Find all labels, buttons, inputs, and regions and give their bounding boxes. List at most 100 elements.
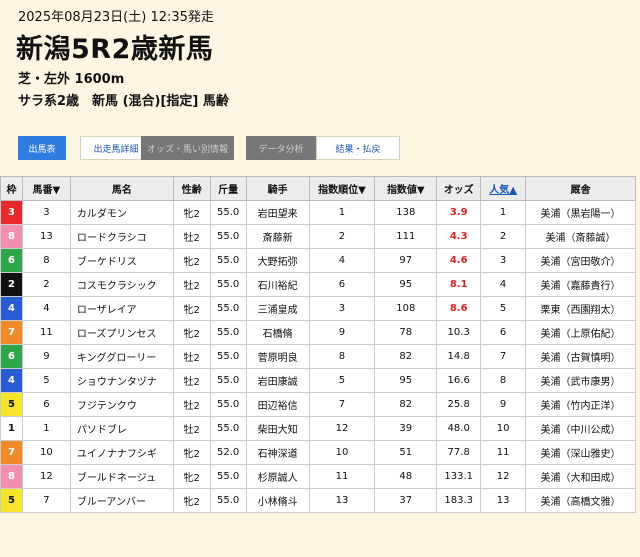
popularity: 7 <box>480 344 527 369</box>
odds-value: 8.1 <box>436 272 482 297</box>
sex-age: 牝2 <box>172 488 211 513</box>
horse-name[interactable]: ローズプリンセス <box>69 320 174 345</box>
index-rank: 13 <box>308 488 376 513</box>
jockey-name: 田辺裕信 <box>245 392 310 417</box>
odds-value: 10.3 <box>436 320 482 345</box>
waku-cell: 4 <box>0 368 23 393</box>
index-value: 51 <box>374 440 438 465</box>
popularity: 10 <box>480 416 527 441</box>
table-row[interactable]: 7 11 ローズプリンセス 牝2 55.0 石橋脩 9 78 10.3 6 美浦（上原佑紀） <box>0 320 636 345</box>
index-rank: 2 <box>308 224 376 249</box>
jockey-name: 柴田大知 <box>245 416 310 441</box>
jockey-name: 石川裕紀 <box>245 272 310 297</box>
horse-name[interactable]: ブルーアンバー <box>69 488 174 513</box>
weight: 55.0 <box>209 416 247 441</box>
horse-name[interactable]: ブールドネージュ <box>69 464 174 489</box>
odds-value: 183.3 <box>436 488 482 513</box>
waku-cell: 6 <box>0 248 23 273</box>
horse-name[interactable]: ロードクラシコ <box>69 224 174 249</box>
waku-cell: 8 <box>0 224 23 249</box>
index-value: 48 <box>374 464 438 489</box>
horse-name[interactable]: ブーケドリス <box>69 248 174 273</box>
horse-name[interactable]: フジテンクウ <box>69 392 174 417</box>
index-rank: 11 <box>308 464 376 489</box>
trainer-name: 美浦（中川公成） <box>525 416 636 441</box>
tab-entries[interactable]: 出馬表 <box>18 136 66 160</box>
table-row[interactable]: 4 5 ショウナンタヅナ 牡2 55.0 岩田康誠 5 95 16.6 8 美浦（武市康男） <box>0 368 636 393</box>
popularity: 3 <box>480 248 527 273</box>
odds-value: 8.6 <box>436 296 482 321</box>
tab-data-analysis[interactable]: データ分析 <box>246 136 316 160</box>
jockey-name: 石橋脩 <box>245 320 310 345</box>
horse-name[interactable]: ユイノナナフシギ <box>69 440 174 465</box>
horse-number: 11 <box>21 320 71 345</box>
jockey-name: 菅原明良 <box>245 344 310 369</box>
horse-name[interactable]: カルダモン <box>69 200 174 225</box>
popularity: 1 <box>480 200 527 225</box>
horse-number: 4 <box>21 296 71 321</box>
waku-cell: 7 <box>0 320 23 345</box>
table-row[interactable]: 6 8 ブーケドリス 牝2 55.0 大野拓弥 4 97 4.6 3 美浦（宮田敬介） <box>0 248 636 273</box>
horse-name[interactable]: コスモクラシック <box>69 272 174 297</box>
tab-odds[interactable]: オッズ・馬い別情報 <box>141 136 234 160</box>
index-rank: 1 <box>308 200 376 225</box>
tab-results[interactable]: 結果・払戻 <box>316 136 400 160</box>
waku-cell: 7 <box>0 440 23 465</box>
table-row[interactable]: 5 6 フジテンクウ 牡2 55.0 田辺裕信 7 82 25.8 9 美浦（竹内正洋） <box>0 392 636 417</box>
sex-age: 牡2 <box>172 416 211 441</box>
table-row[interactable]: 3 3 カルダモン 牝2 55.0 岩田望来 1 138 3.9 1 美浦（黒岩陽一） <box>0 200 636 225</box>
popularity-sort-link[interactable]: 人気▲ <box>489 185 517 196</box>
table-row[interactable]: 4 4 ローザレイア 牝2 55.0 三浦皇成 3 108 8.6 5 栗東（西園翔太） <box>0 296 636 321</box>
horse-name[interactable]: パソドブレ <box>69 416 174 441</box>
horse-name[interactable]: ローザレイア <box>69 296 174 321</box>
horse-number: 6 <box>21 392 71 417</box>
index-rank: 4 <box>308 248 376 273</box>
horse-number: 1 <box>21 416 71 441</box>
table-row[interactable]: 8 13 ロードクラシコ 牡2 55.0 斎藤新 2 111 4.3 2 美浦（斎藤誠） <box>0 224 636 249</box>
popularity: 2 <box>480 224 527 249</box>
weight: 55.0 <box>209 200 247 225</box>
race-header: 2025年08月23日(土) 12:35発走 新潟5R2歳新馬 芝・左外 160… <box>0 0 640 136</box>
entries-table: 枠 馬番▼ 馬名 性齢 斤量 騎手 指数順位▼ 指数値▼ オッズ 人気▲ 厩舎 … <box>0 176 636 513</box>
col-waku: 枠 <box>0 176 23 201</box>
odds-value: 4.6 <box>436 248 482 273</box>
sex-age: 牡2 <box>172 224 211 249</box>
weight: 55.0 <box>209 392 247 417</box>
odds-value: 14.8 <box>436 344 482 369</box>
sex-age: 牡2 <box>172 344 211 369</box>
col-popularity-sort[interactable]: 人気▲ <box>480 176 527 201</box>
table-row[interactable]: 1 1 パソドブレ 牡2 55.0 柴田大知 12 39 48.0 10 美浦（中川公成） <box>0 416 636 441</box>
trainer-name: 美浦（武市康男） <box>525 368 636 393</box>
weight: 55.0 <box>209 320 247 345</box>
table-row[interactable]: 6 9 キンググローリー 牡2 55.0 菅原明良 8 82 14.8 7 美浦（古賀慎明） <box>0 344 636 369</box>
col-jockey: 騎手 <box>245 176 310 201</box>
horse-name[interactable]: キンググローリー <box>69 344 174 369</box>
horse-number: 7 <box>21 488 71 513</box>
jockey-name: 石神深道 <box>245 440 310 465</box>
col-index-rank-sort[interactable]: 指数順位▼ <box>308 176 376 201</box>
popularity: 9 <box>480 392 527 417</box>
table-row[interactable]: 7 10 ユイノナナフシギ 牝2 52.0 石神深道 10 51 77.8 11 美浦（深山雅史） <box>0 440 636 465</box>
index-value: 78 <box>374 320 438 345</box>
col-index-value-sort[interactable]: 指数値▼ <box>374 176 438 201</box>
waku-cell: 2 <box>0 272 23 297</box>
popularity: 5 <box>480 296 527 321</box>
trainer-name: 美浦（上原佑紀） <box>525 320 636 345</box>
index-rank: 7 <box>308 392 376 417</box>
waku-cell: 6 <box>0 344 23 369</box>
table-row[interactable]: 2 2 コスモクラシック 牡2 55.0 石川裕紀 6 95 8.1 4 美浦（嘉藤貴行） <box>0 272 636 297</box>
col-horse-number-sort[interactable]: 馬番▼ <box>21 176 71 201</box>
index-value: 82 <box>374 392 438 417</box>
table-row[interactable]: 5 7 ブルーアンバー 牝2 55.0 小林脩斗 13 37 183.3 13 美浦（高橋文雅） <box>0 488 636 513</box>
table-row[interactable]: 8 12 ブールドネージュ 牝2 55.0 杉原誠人 11 48 133.1 12 美浦（大和田成） <box>0 464 636 489</box>
horse-name[interactable]: ショウナンタヅナ <box>69 368 174 393</box>
col-odds: オッズ <box>436 176 482 201</box>
col-horse-name: 馬名 <box>69 176 174 201</box>
trainer-name: 美浦（嘉藤貴行） <box>525 272 636 297</box>
odds-value: 25.8 <box>436 392 482 417</box>
index-value: 138 <box>374 200 438 225</box>
sex-age: 牡2 <box>172 368 211 393</box>
jockey-name: 岩田康誠 <box>245 368 310 393</box>
horse-number: 8 <box>21 248 71 273</box>
waku-cell: 5 <box>0 392 23 417</box>
